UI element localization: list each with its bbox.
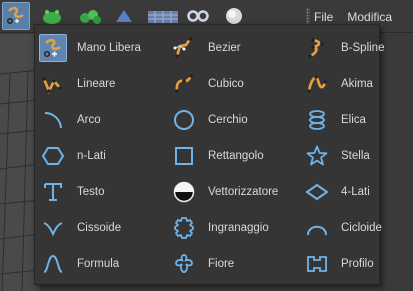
profile-icon [303,250,331,278]
menu-item-label: Vettorizzatore [208,186,279,198]
menu-item-akima[interactable]: Akima [299,69,413,99]
menu-item-cicloide[interactable]: Cicloide [299,213,413,243]
menu-item-label: B-Spline [341,42,385,54]
green-cluster-icon [80,10,101,24]
freehand-spline-icon [7,6,24,24]
menu-item-arco[interactable]: Arco [35,105,153,135]
akima-icon [303,70,331,98]
menu-item-ingranaggio[interactable]: Ingranaggio [166,213,284,243]
menu-item-cissoide[interactable]: Cissoide [35,213,153,243]
menu-item-lineare[interactable]: Lineare [35,69,153,99]
menu-item-4-lati[interactable]: 4-Lati [299,177,413,207]
menu-item-label: Fiore [208,258,235,270]
menu-item-label: Mano Libera [77,42,141,54]
menu-item-testo[interactable]: Testo [35,177,153,207]
menu-item-vettorizzatore[interactable]: Vettorizzatore [166,177,284,207]
four-side-icon [303,178,331,206]
menu-item-label: Rettangolo [208,150,264,162]
cubic-spline-icon [170,70,198,98]
menu-item-label: n-Lati [77,150,106,162]
vectorizer-icon [170,178,198,206]
formula-icon [39,250,67,278]
menu-modifica[interactable]: Modifica [347,10,392,24]
menu-item-rettangolo[interactable]: Rettangolo [166,141,284,171]
menu-item-label: Stella [341,150,370,162]
menu-item-n-lati[interactable]: n-Lati [35,141,153,171]
cycloid-icon [303,214,331,242]
floor-icon [148,11,178,23]
blue-shape-icon [116,10,132,22]
helix-icon [303,106,331,134]
menu-item-label: Testo [77,186,105,198]
star-icon [303,142,331,170]
gear-icon [170,214,198,242]
arc-icon [39,106,67,134]
menu-item-label: Cubico [208,78,244,90]
menu-item-label: Profilo [341,258,374,270]
menu-item-bezier[interactable]: Bezier [166,33,284,63]
menu-item-label: Akima [341,78,373,90]
menu-item-label: Bezier [208,42,241,54]
menu-item-profilo[interactable]: Profilo [299,249,413,279]
menu-file[interactable]: File [314,10,333,24]
flower-icon [170,250,198,278]
menu-item-label: Cerchio [208,114,248,126]
menu-item-label: Ingranaggio [208,222,269,234]
circle-icon [170,106,198,134]
menu-item-fiore[interactable]: Fiore [166,249,284,279]
menu-item-stella[interactable]: Stella [299,141,413,171]
menu-item-formula[interactable]: Formula [35,249,153,279]
freehand-icon [39,34,67,62]
infinity-icon [187,10,209,22]
green-object-icon [43,10,61,24]
spline-menu: Mano Libera Lineare Arco n-Lati Testo Ci… [34,24,384,285]
linear-spline-icon [39,70,67,98]
menu-item-label: Cicloide [341,222,382,234]
menu-item-label: Cissoide [77,222,122,234]
menu-item-label: Elica [341,114,366,126]
menu-item-label: Arco [77,114,101,126]
text-icon [39,178,67,206]
b-spline-icon [303,34,331,62]
menu-item-cerchio[interactable]: Cerchio [166,105,284,135]
bezier-icon [170,34,198,62]
menu-item-b-spline[interactable]: B-Spline [299,33,413,63]
freehand-spline-tool-button[interactable] [2,2,30,30]
menu-item-label: Lineare [77,78,116,90]
menu-item-cubico[interactable]: Cubico [166,69,284,99]
rectangle-icon [170,142,198,170]
menu-item-label: 4-Lati [341,186,370,198]
cissoid-icon [39,214,67,242]
menu-item-label: Formula [77,258,120,270]
menu-item-elica[interactable]: Elica [299,105,413,135]
hexagon-icon [39,142,67,170]
menu-item-mano-libera[interactable]: Mano Libera [35,33,153,63]
